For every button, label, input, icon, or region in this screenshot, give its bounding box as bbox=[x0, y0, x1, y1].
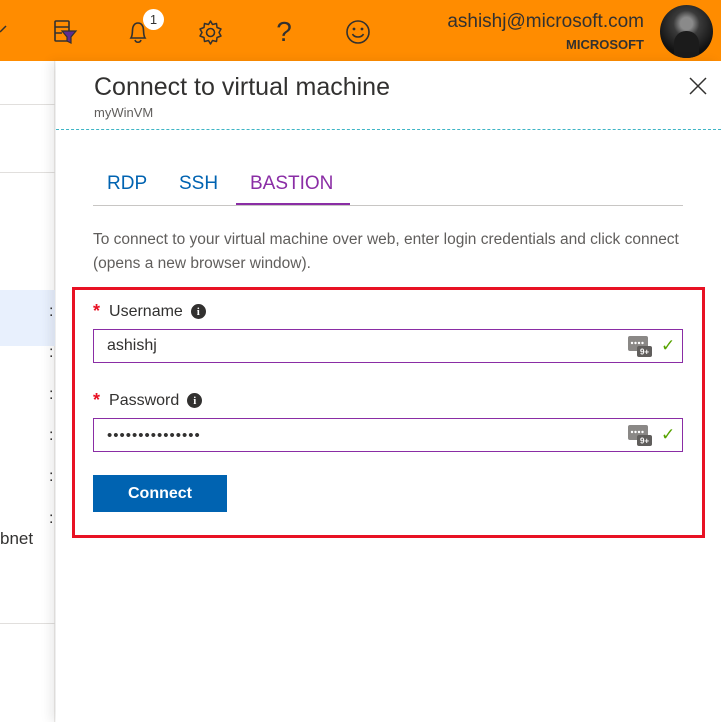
required-asterisk: * bbox=[93, 390, 101, 410]
valid-check-icon: ✓ bbox=[661, 425, 676, 444]
notification-count-badge: 1 bbox=[143, 9, 164, 30]
feedback-smiley-icon[interactable] bbox=[344, 18, 372, 46]
divider bbox=[0, 172, 55, 173]
password-manager-icon[interactable]: 9+ bbox=[627, 334, 653, 358]
tab-rdp[interactable]: RDP bbox=[107, 172, 147, 196]
colon-separator: : bbox=[49, 510, 54, 527]
username-field[interactable]: 9+ ✓ bbox=[93, 329, 683, 363]
page-title: Connect to virtual machine bbox=[94, 73, 390, 101]
header-divider bbox=[56, 129, 721, 130]
connection-tabs: RDP SSH BASTION bbox=[93, 168, 683, 206]
valid-check-icon: ✓ bbox=[661, 336, 676, 355]
required-asterisk: * bbox=[93, 301, 101, 321]
connect-button[interactable]: Connect bbox=[93, 475, 227, 512]
tab-ssh[interactable]: SSH bbox=[179, 172, 218, 196]
colon-separator: : bbox=[49, 468, 54, 485]
selected-row-highlight[interactable] bbox=[0, 290, 55, 346]
divider bbox=[0, 104, 55, 105]
settings-gear-icon[interactable] bbox=[197, 19, 224, 46]
top-bar: 1 ? ashishj@microsoft.com MICROSOFT bbox=[0, 0, 721, 61]
colon-separator: : bbox=[49, 303, 54, 320]
partial-toolbar-icon[interactable] bbox=[0, 22, 8, 42]
password-field[interactable]: 9+ ✓ bbox=[93, 418, 683, 452]
username-input[interactable] bbox=[94, 330, 614, 362]
password-label: * Password i bbox=[93, 390, 203, 411]
close-icon[interactable] bbox=[688, 76, 708, 96]
info-icon[interactable]: i bbox=[187, 393, 203, 408]
vm-name-subtitle: myWinVM bbox=[94, 105, 154, 120]
directory-filter-icon[interactable] bbox=[50, 18, 78, 46]
info-icon[interactable]: i bbox=[190, 304, 206, 319]
connect-blade: Connect to virtual machine myWinVM RDP S… bbox=[56, 61, 721, 722]
help-question-icon[interactable]: ? bbox=[272, 16, 296, 48]
account-email: ashishj@microsoft.com bbox=[447, 11, 644, 32]
password-input[interactable] bbox=[94, 419, 614, 451]
avatar[interactable] bbox=[660, 5, 713, 58]
colon-separator: : bbox=[49, 427, 54, 444]
partial-property-label: bnet bbox=[0, 529, 34, 548]
account-organization: MICROSOFT bbox=[566, 37, 644, 52]
colon-separator: : bbox=[49, 386, 54, 403]
username-label: * Username i bbox=[93, 301, 206, 322]
svg-text:9+: 9+ bbox=[640, 348, 649, 357]
password-manager-icon[interactable]: 9+ bbox=[627, 423, 653, 447]
instructions-text: To connect to your virtual machine over … bbox=[93, 231, 679, 272]
colon-separator: : bbox=[49, 344, 54, 361]
tab-bastion[interactable]: BASTION bbox=[250, 172, 333, 196]
svg-text:9+: 9+ bbox=[640, 437, 649, 446]
background-resource-panel: : : : : bnet : : bbox=[0, 61, 55, 722]
divider bbox=[0, 623, 55, 624]
account-info[interactable]: ashishj@microsoft.com MICROSOFT bbox=[447, 10, 644, 55]
active-tab-underline bbox=[236, 203, 350, 205]
